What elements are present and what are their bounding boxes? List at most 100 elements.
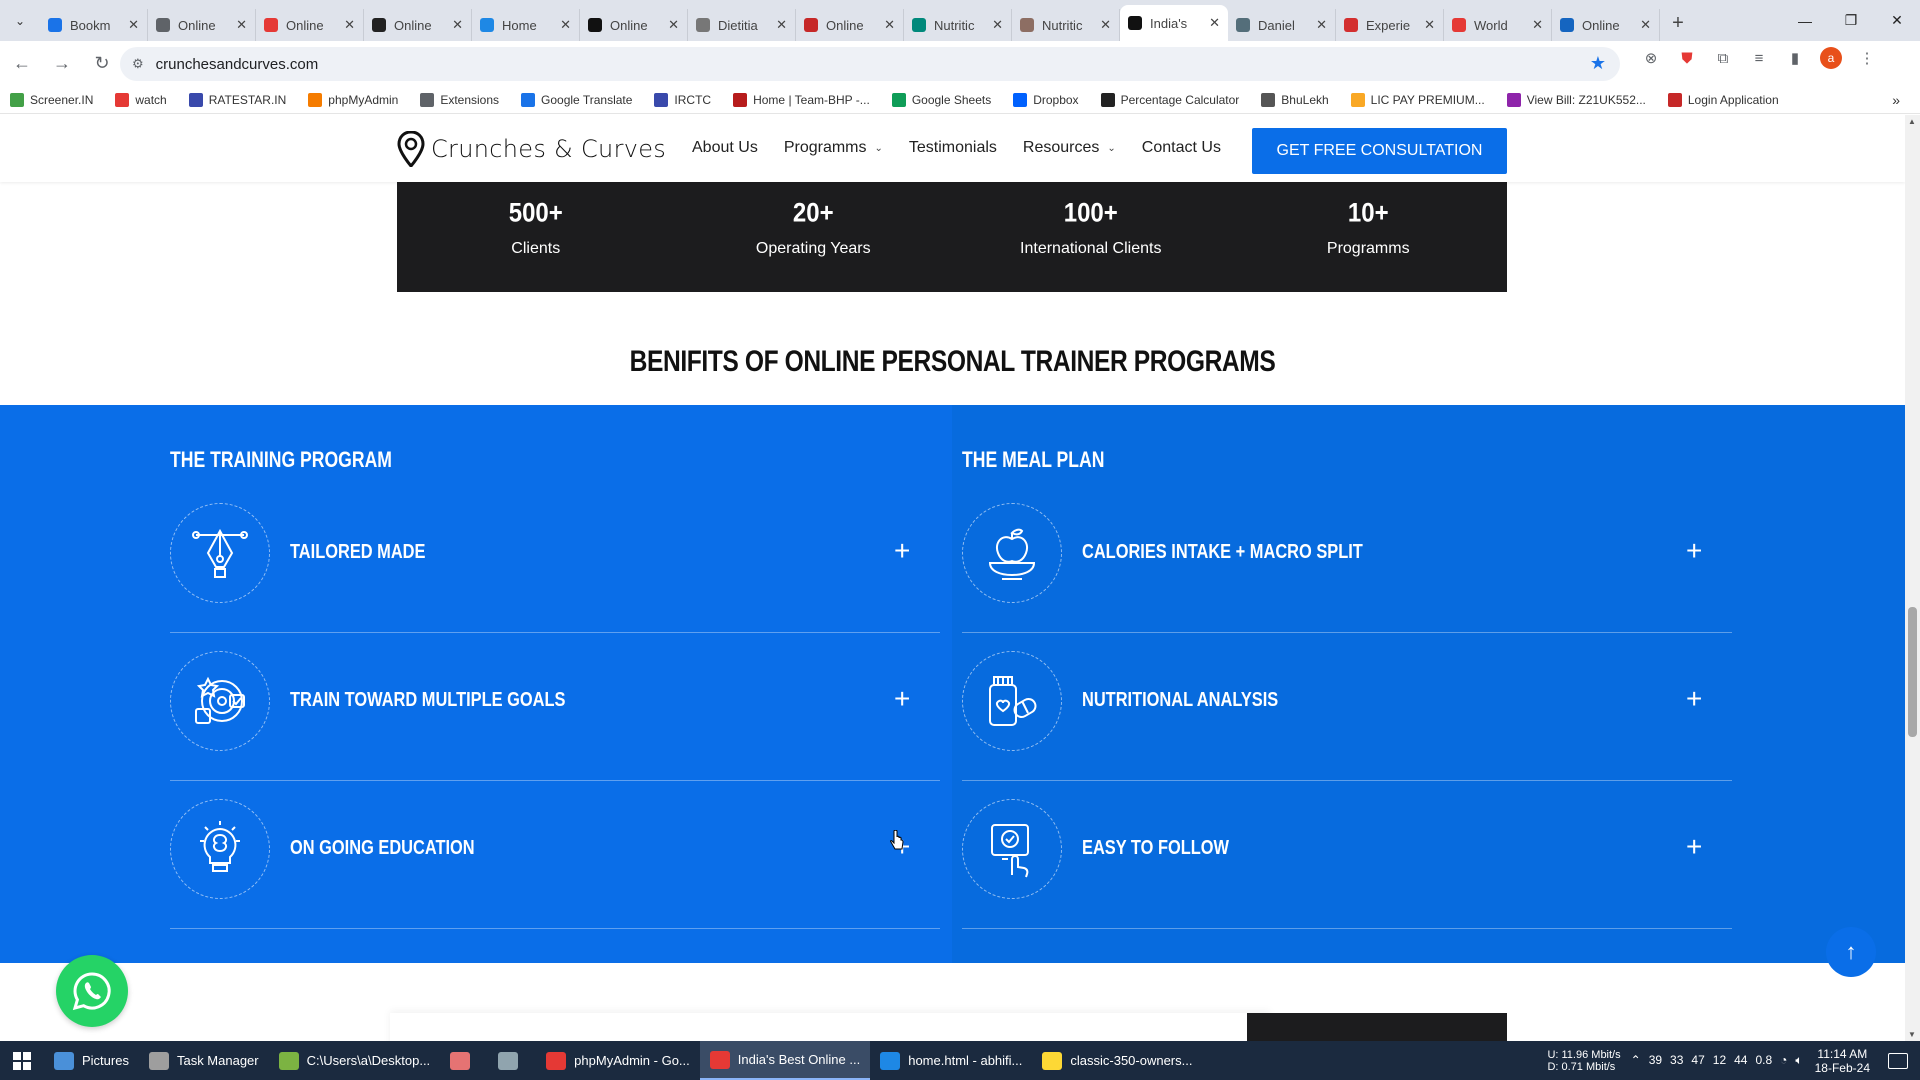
browser-tab[interactable]: Nutritic ✕ bbox=[904, 9, 1012, 41]
tab-close-icon[interactable]: ✕ bbox=[128, 17, 139, 33]
nav-testimonials[interactable]: Testimonials bbox=[909, 139, 997, 157]
tab-close-icon[interactable]: ✕ bbox=[1424, 17, 1435, 33]
bookmark-item[interactable]: RATESTAR.IN bbox=[188, 92, 286, 107]
wifi-icon[interactable]: ◔ bbox=[1780, 1053, 1787, 1068]
tab-close-icon[interactable]: ✕ bbox=[1316, 17, 1327, 33]
bookmark-item[interactable]: Google Sheets bbox=[891, 92, 991, 107]
nav-about-us[interactable]: About Us bbox=[692, 139, 758, 157]
volume-icon[interactable]: 🔈︎ bbox=[1795, 1053, 1802, 1068]
bookmark-item[interactable]: IRCTC bbox=[654, 92, 711, 107]
tab-close-icon[interactable]: ✕ bbox=[1209, 15, 1220, 31]
tab-close-icon[interactable]: ✕ bbox=[776, 17, 787, 33]
browser-tab[interactable]: Nutritic ✕ bbox=[1012, 9, 1120, 41]
taskbar-app[interactable] bbox=[440, 1041, 488, 1080]
chevron-up-icon[interactable]: ⌃ bbox=[1631, 1053, 1641, 1068]
expand-plus-icon[interactable]: + bbox=[1686, 833, 1702, 861]
browser-tab[interactable]: India's ✕ bbox=[1120, 5, 1228, 41]
tab-close-icon[interactable]: ✕ bbox=[452, 17, 463, 33]
tray-number[interactable]: 44 bbox=[1734, 1053, 1747, 1068]
expand-plus-icon[interactable]: + bbox=[894, 537, 910, 565]
browser-tab[interactable]: Experie ✕ bbox=[1336, 9, 1444, 41]
tray-number[interactable]: 12 bbox=[1713, 1053, 1726, 1068]
accordion-multiple-goals[interactable]: TRAIN TOWARD MULTIPLE GOALS + bbox=[170, 633, 940, 781]
tab-close-icon[interactable]: ✕ bbox=[1100, 17, 1111, 33]
tab-close-icon[interactable]: ✕ bbox=[992, 17, 1003, 33]
expand-plus-icon[interactable]: + bbox=[894, 685, 910, 713]
bookmark-item[interactable]: Login Application bbox=[1667, 92, 1779, 107]
site-logo[interactable]: Crunches & Curves bbox=[397, 131, 666, 167]
shield-extension-icon[interactable]: ⛊ bbox=[1676, 47, 1698, 69]
browser-tab[interactable]: Online ✕ bbox=[796, 9, 904, 41]
bookmarks-overflow-icon[interactable]: » bbox=[1892, 92, 1900, 108]
accordion-nutritional-analysis[interactable]: NUTRITIONAL ANALYSIS + bbox=[962, 633, 1732, 781]
profile-avatar[interactable]: a bbox=[1820, 47, 1842, 69]
tab-close-icon[interactable]: ✕ bbox=[1532, 17, 1543, 33]
browser-tab[interactable]: Online ✕ bbox=[148, 9, 256, 41]
accordion-tailored-made[interactable]: TAILORED MADE + bbox=[170, 485, 940, 633]
browser-tab[interactable]: World ✕ bbox=[1444, 9, 1552, 41]
browser-tab[interactable]: Online ✕ bbox=[580, 9, 688, 41]
scrollbar-thumb[interactable] bbox=[1908, 607, 1917, 737]
accordion-calories-macro[interactable]: CALORIES INTAKE + MACRO SPLIT + bbox=[962, 485, 1732, 633]
tab-search-button[interactable]: ⌄ bbox=[0, 0, 40, 41]
bookmark-item[interactable]: Home | Team-BHP -... bbox=[733, 92, 870, 107]
tab-close-icon[interactable]: ✕ bbox=[1640, 17, 1651, 33]
back-button[interactable]: ← bbox=[4, 46, 40, 82]
start-button[interactable] bbox=[0, 1041, 44, 1080]
expand-plus-icon[interactable]: + bbox=[1686, 685, 1702, 713]
site-info-icon[interactable]: ⚙ bbox=[132, 56, 144, 72]
tray-number[interactable]: 33 bbox=[1670, 1053, 1683, 1068]
taskbar-app[interactable]: C:\Users\a\Desktop... bbox=[269, 1041, 441, 1080]
scroll-to-top-button[interactable]: ↑ bbox=[1826, 927, 1876, 977]
bookmark-item[interactable]: Percentage Calculator bbox=[1100, 92, 1239, 107]
bookmark-item[interactable]: View Bill: Z21UK552... bbox=[1506, 92, 1646, 107]
bookmark-item[interactable]: BhuLekh bbox=[1261, 92, 1329, 107]
bookmark-item[interactable]: Screener.IN bbox=[10, 92, 93, 107]
tab-close-icon[interactable]: ✕ bbox=[344, 17, 355, 33]
close-window-button[interactable]: ✕ bbox=[1874, 0, 1920, 41]
extension-icon[interactable]: ⊗ bbox=[1640, 47, 1662, 69]
browser-tab[interactable]: Dietitia ✕ bbox=[688, 9, 796, 41]
browser-tab[interactable]: Online ✕ bbox=[256, 9, 364, 41]
puzzle-extensions-icon[interactable]: ⧉ bbox=[1712, 47, 1734, 69]
browser-menu-icon[interactable]: ⋮ bbox=[1856, 47, 1878, 69]
scroll-down-arrow-icon[interactable]: ▼ bbox=[1908, 1030, 1916, 1039]
url-bar[interactable]: ⚙ crunchesandcurves.com ★ bbox=[120, 47, 1620, 81]
taskbar-app[interactable]: phpMyAdmin - Go... bbox=[536, 1041, 700, 1080]
nav-programms[interactable]: Programms ⌄ bbox=[784, 139, 883, 157]
bookmark-star-icon[interactable]: ★ bbox=[1590, 53, 1606, 74]
browser-tab[interactable]: Online ✕ bbox=[364, 9, 472, 41]
taskbar-app[interactable] bbox=[488, 1041, 536, 1080]
new-tab-button[interactable]: + bbox=[1660, 5, 1696, 41]
browser-tab[interactable]: Daniel ✕ bbox=[1228, 9, 1336, 41]
reload-button[interactable]: ↻ bbox=[84, 46, 120, 82]
taskbar-app[interactable]: India's Best Online ... bbox=[699, 1041, 871, 1080]
bookmark-item[interactable]: Dropbox bbox=[1013, 92, 1079, 107]
nav-resources[interactable]: Resources ⌄ bbox=[1023, 139, 1116, 157]
clock[interactable]: 11:14 AM 18-Feb-24 bbox=[1815, 1047, 1870, 1075]
scroll-up-arrow-icon[interactable]: ▲ bbox=[1908, 117, 1916, 126]
minimize-button[interactable]: — bbox=[1782, 0, 1828, 41]
tab-close-icon[interactable]: ✕ bbox=[560, 17, 571, 33]
tab-close-icon[interactable]: ✕ bbox=[668, 17, 679, 33]
taskbar-app[interactable]: home.html - abhifi... bbox=[870, 1041, 1032, 1080]
tray-number[interactable]: 39 bbox=[1649, 1053, 1662, 1068]
browser-tab[interactable]: Home ✕ bbox=[472, 9, 580, 41]
forward-button[interactable]: → bbox=[44, 46, 80, 82]
whatsapp-button[interactable] bbox=[56, 955, 128, 1027]
taskbar-app[interactable]: classic-350-owners... bbox=[1032, 1041, 1202, 1080]
media-controls-icon[interactable]: ≡ bbox=[1748, 47, 1770, 69]
browser-tab[interactable]: Online ✕ bbox=[1552, 9, 1660, 41]
tab-close-icon[interactable]: ✕ bbox=[236, 17, 247, 33]
accordion-ongoing-education[interactable]: ON GOING EDUCATION + bbox=[170, 781, 940, 929]
taskbar-app[interactable]: Pictures bbox=[44, 1041, 139, 1080]
bookmark-item[interactable]: Extensions bbox=[420, 92, 499, 107]
nav-contact-us[interactable]: Contact Us bbox=[1142, 139, 1221, 157]
tray-number[interactable]: 47 bbox=[1691, 1053, 1704, 1068]
taskbar-app[interactable]: Task Manager bbox=[139, 1041, 269, 1080]
bookmark-item[interactable]: watch bbox=[115, 92, 167, 107]
accordion-easy-to-follow[interactable]: EASY TO FOLLOW + bbox=[962, 781, 1732, 929]
tray-number[interactable]: 0.8 bbox=[1755, 1053, 1772, 1068]
maximize-button[interactable]: ❐ bbox=[1828, 0, 1874, 41]
bookmark-item[interactable]: LIC PAY PREMIUM... bbox=[1350, 92, 1485, 107]
